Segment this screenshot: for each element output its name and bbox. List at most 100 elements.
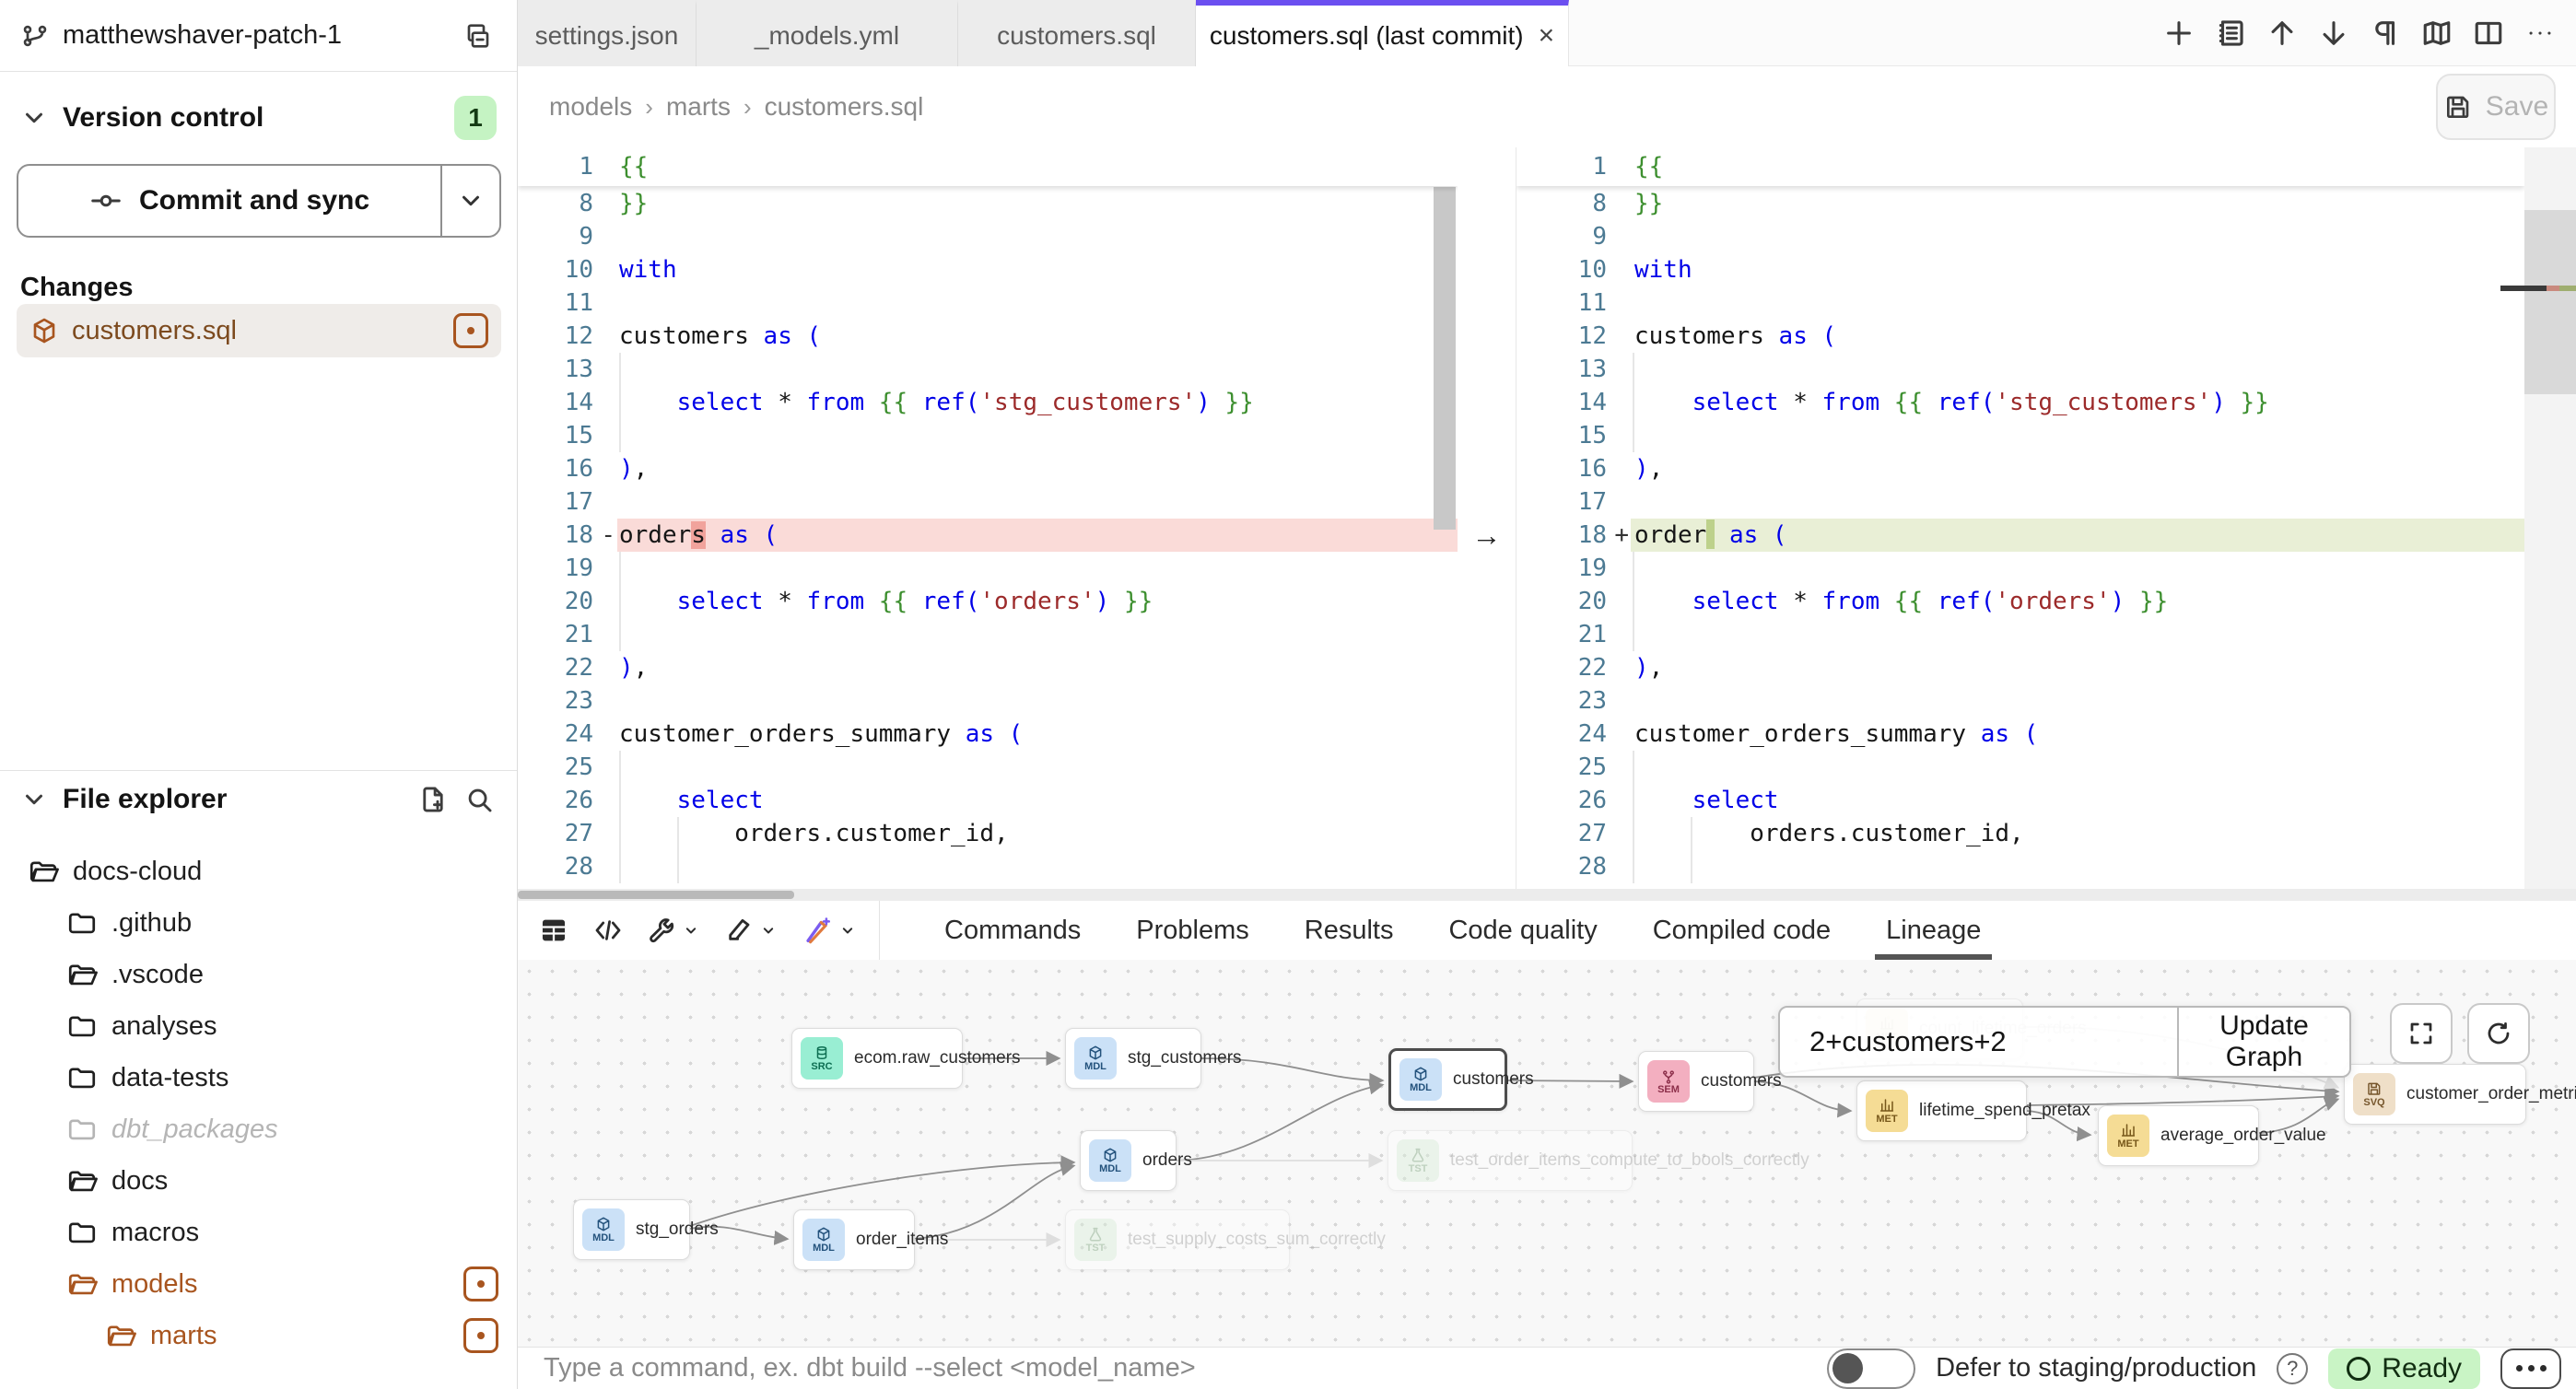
file-explorer-header[interactable]: File explorer bbox=[0, 776, 517, 823]
code-line-16[interactable]: 16), bbox=[1516, 452, 2524, 485]
code-line-1[interactable]: 1{{ bbox=[1516, 147, 2524, 186]
code-line-17[interactable]: 17 bbox=[1516, 485, 2524, 519]
code-line-22[interactable]: 22), bbox=[1516, 651, 2524, 684]
close-tab-icon[interactable]: × bbox=[1539, 22, 1555, 50]
code-line-26[interactable]: 26 select bbox=[518, 784, 1458, 817]
lineage-node-stg_customers[interactable]: MDLstg_customers bbox=[1065, 1028, 1201, 1089]
format-tool[interactable] bbox=[724, 916, 778, 945]
left-scrollbar-thumb[interactable] bbox=[1434, 187, 1456, 530]
help-icon[interactable]: ? bbox=[2277, 1353, 2308, 1384]
panel-tab-Lineage[interactable]: Lineage bbox=[1886, 901, 1981, 960]
file-tree-item-marts[interactable]: marts bbox=[0, 1310, 517, 1361]
map-icon[interactable] bbox=[2416, 12, 2458, 54]
code-line-21[interactable]: 21 bbox=[518, 618, 1458, 651]
code-line-28[interactable]: 28 bbox=[1516, 850, 2524, 883]
code-line-27[interactable]: 27 orders.customer_id, bbox=[518, 817, 1458, 850]
code-line-23[interactable]: 23 bbox=[518, 684, 1458, 718]
code-line-13[interactable]: 13 bbox=[1516, 353, 2524, 386]
tab-customers.sql (last commit)[interactable]: customers.sql (last commit)× bbox=[1196, 0, 1569, 66]
lineage-node-stg_orders[interactable]: MDLstg_orders bbox=[573, 1199, 690, 1260]
diff-pane-modified[interactable]: 1{{8}}910with1112customers as (1314 sele… bbox=[1516, 147, 2524, 889]
code-line-25[interactable]: 25 bbox=[1516, 751, 2524, 784]
tab-_models.yml[interactable]: _models.yml bbox=[697, 0, 958, 66]
plus-icon[interactable] bbox=[2158, 12, 2200, 54]
code-line-25[interactable]: 25 bbox=[518, 751, 1458, 784]
arrow-down-icon[interactable] bbox=[2313, 12, 2355, 54]
code-line-10[interactable]: 10with bbox=[518, 253, 1458, 286]
code-line-15[interactable]: 15 bbox=[518, 419, 1458, 452]
code-line-19[interactable]: 19 bbox=[518, 552, 1458, 585]
code-line-17[interactable]: 17 bbox=[518, 485, 1458, 519]
code-line-20[interactable]: 20 select * from {{ ref('orders') }} bbox=[518, 585, 1458, 618]
lineage-node-test_supply_costs[interactable]: TSTtest_supply_costs_sum_correctly bbox=[1065, 1209, 1290, 1270]
changed-file-customers.sql[interactable]: customers.sql bbox=[17, 304, 501, 357]
file-tree-item-.vscode[interactable]: .vscode bbox=[0, 949, 517, 1000]
more-options-button[interactable] bbox=[2500, 1348, 2561, 1389]
lineage-select-input[interactable] bbox=[1780, 1008, 2177, 1076]
commit-and-sync-main[interactable]: Commit and sync bbox=[18, 166, 440, 236]
ellipsis-icon[interactable] bbox=[2519, 12, 2561, 54]
code-line-1[interactable]: 1{{ bbox=[518, 147, 1458, 186]
lineage-node-average_order_value[interactable]: METaverage_order_value bbox=[2098, 1105, 2259, 1166]
code-line-8[interactable]: 8}} bbox=[518, 187, 1458, 220]
code-line-24[interactable]: 24customer_orders_summary as ( bbox=[518, 718, 1458, 751]
table-tool[interactable] bbox=[538, 915, 569, 946]
new-file-icon[interactable] bbox=[417, 784, 449, 815]
search-icon[interactable] bbox=[463, 784, 495, 815]
breadcrumb-item[interactable]: models bbox=[549, 92, 632, 122]
code-line-9[interactable]: 9 bbox=[1516, 220, 2524, 253]
file-tree-item-macros[interactable]: macros bbox=[0, 1207, 517, 1258]
lineage-node-test_order_items[interactable]: TSTtest_order_items_compute_to_bools_cor… bbox=[1388, 1130, 1633, 1191]
code-line-14[interactable]: 14 select * from {{ ref('stg_customers')… bbox=[1516, 386, 2524, 419]
file-tree-item-analyses[interactable]: analyses bbox=[0, 1000, 517, 1052]
status-badge[interactable]: Ready bbox=[2328, 1348, 2480, 1389]
file-tree-item-models[interactable]: models bbox=[0, 1258, 517, 1310]
panel-tab-Commands[interactable]: Commands bbox=[944, 901, 1081, 960]
lineage-node-customers_mdl[interactable]: MDLcustomers bbox=[1388, 1048, 1507, 1111]
code-line-9[interactable]: 9 bbox=[518, 220, 1458, 253]
command-input[interactable] bbox=[544, 1353, 1807, 1383]
code-line-16[interactable]: 16), bbox=[518, 452, 1458, 485]
code-line-24[interactable]: 24customer_orders_summary as ( bbox=[1516, 718, 2524, 751]
code-line-26[interactable]: 26 select bbox=[1516, 784, 2524, 817]
wrench-tool[interactable] bbox=[647, 916, 700, 945]
code-line-22[interactable]: 22), bbox=[518, 651, 1458, 684]
lineage-node-order_items[interactable]: MDLorder_items bbox=[793, 1209, 915, 1270]
outline-icon[interactable] bbox=[2209, 12, 2252, 54]
fullscreen-button[interactable] bbox=[2390, 1003, 2453, 1064]
code-line-12[interactable]: 12customers as ( bbox=[518, 320, 1458, 353]
panel-tab-Compiled code[interactable]: Compiled code bbox=[1653, 901, 1831, 960]
code-line-21[interactable]: 21 bbox=[1516, 618, 2524, 651]
editor-hscrollbar-thumb[interactable] bbox=[518, 891, 794, 899]
code-tool[interactable] bbox=[593, 916, 623, 945]
save-button[interactable]: Save bbox=[2436, 74, 2556, 140]
minimap-thumb[interactable] bbox=[2524, 210, 2576, 394]
breadcrumb-item[interactable]: marts bbox=[666, 92, 731, 122]
file-tree-item-dbt_packages[interactable]: dbt_packages bbox=[0, 1103, 517, 1155]
breadcrumb-item[interactable]: customers.sql bbox=[765, 92, 924, 122]
lineage-node-lifetime_spend_pretax[interactable]: METlifetime_spend_pretax bbox=[1856, 1080, 2027, 1141]
code-line-28[interactable]: 28 bbox=[518, 850, 1458, 883]
lineage-canvas[interactable]: SRCecom.raw_customersMDLstg_customersMDL… bbox=[518, 960, 2576, 1347]
refresh-graph-button[interactable] bbox=[2467, 1003, 2530, 1064]
diff-pane-original[interactable]: 1{{8}}910with1112customers as (1314 sele… bbox=[518, 147, 1458, 889]
code-line-13[interactable]: 13 bbox=[518, 353, 1458, 386]
lineage-node-customer_order_metrics[interactable]: SVQcustomer_order_metrics bbox=[2344, 1064, 2526, 1125]
code-line-27[interactable]: 27 orders.customer_id, bbox=[1516, 817, 2524, 850]
pilcrow-icon[interactable] bbox=[2364, 12, 2406, 54]
lineage-node-customers_sem[interactable]: SEMcustomers bbox=[1638, 1051, 1754, 1112]
code-line-10[interactable]: 10with bbox=[1516, 253, 2524, 286]
commit-options-dropdown[interactable] bbox=[440, 166, 499, 236]
tab-customers.sql[interactable]: customers.sql bbox=[958, 0, 1196, 66]
code-line-12[interactable]: 12customers as ( bbox=[1516, 320, 2524, 353]
code-line-14[interactable]: 14 select * from {{ ref('stg_customers')… bbox=[518, 386, 1458, 419]
tab-settings.json[interactable]: settings.json bbox=[518, 0, 697, 66]
code-line-11[interactable]: 11 bbox=[518, 286, 1458, 320]
code-line-18[interactable]: 18-orders as ( bbox=[518, 519, 1458, 552]
panel-tab-Code quality[interactable]: Code quality bbox=[1448, 901, 1597, 960]
update-graph-button[interactable]: Update Graph bbox=[2177, 1008, 2349, 1076]
code-line-8[interactable]: 8}} bbox=[1516, 187, 2524, 220]
version-control-header[interactable]: Version control 1 bbox=[0, 92, 517, 144]
lineage-node-orders[interactable]: MDLorders bbox=[1080, 1130, 1177, 1191]
split-icon[interactable] bbox=[2467, 12, 2510, 54]
